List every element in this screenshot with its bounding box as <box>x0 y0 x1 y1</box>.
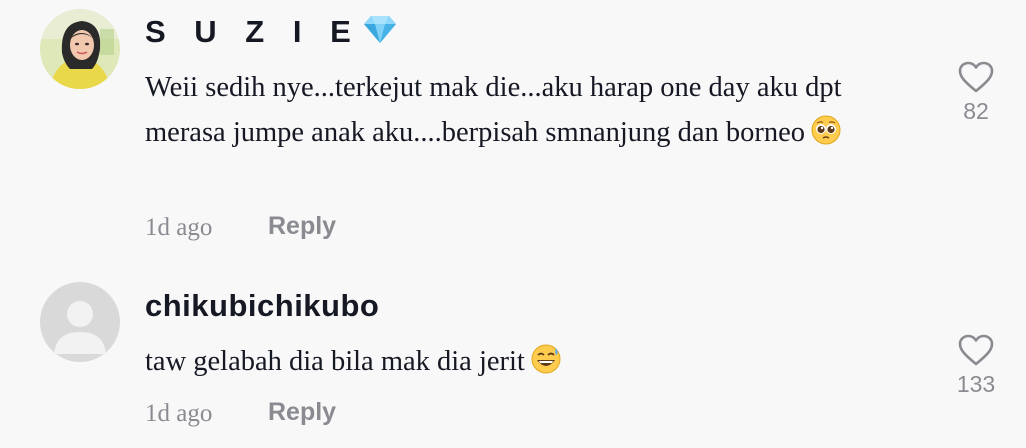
reply-button[interactable]: Reply <box>268 398 336 427</box>
comment-item: S U Z I E Weii sedih nye...terkejut mak … <box>0 0 1026 260</box>
diamond-icon <box>363 14 397 52</box>
comment-username[interactable]: S U Z I E <box>145 14 397 52</box>
like-button[interactable]: 82 <box>941 60 1011 125</box>
comment-username[interactable]: chikubichikubo <box>145 288 379 324</box>
comment-meta: 1d ago Reply <box>145 398 336 428</box>
avatar[interactable] <box>40 9 120 89</box>
comment-timestamp: 1d ago <box>145 214 213 241</box>
reply-button[interactable]: Reply <box>268 212 336 241</box>
like-button[interactable]: 133 <box>941 333 1011 398</box>
avatar[interactable] <box>40 282 120 362</box>
pleading-face-icon <box>811 115 841 160</box>
comment-timestamp: 1d ago <box>145 400 213 427</box>
like-count: 82 <box>963 98 989 124</box>
comment-text: Weii sedih nye...terkejut mak die...aku … <box>145 66 925 159</box>
comment-meta: 1d ago Reply <box>145 212 336 242</box>
heart-icon <box>958 61 994 93</box>
heart-icon <box>958 334 994 366</box>
like-count: 133 <box>956 371 996 397</box>
grinning-sweat-face-icon <box>531 344 561 389</box>
comment-text: taw gelabah dia bila mak dia jerit <box>145 340 925 389</box>
comment-item: chikubichikubo taw gelabah dia bila mak … <box>0 270 1026 448</box>
